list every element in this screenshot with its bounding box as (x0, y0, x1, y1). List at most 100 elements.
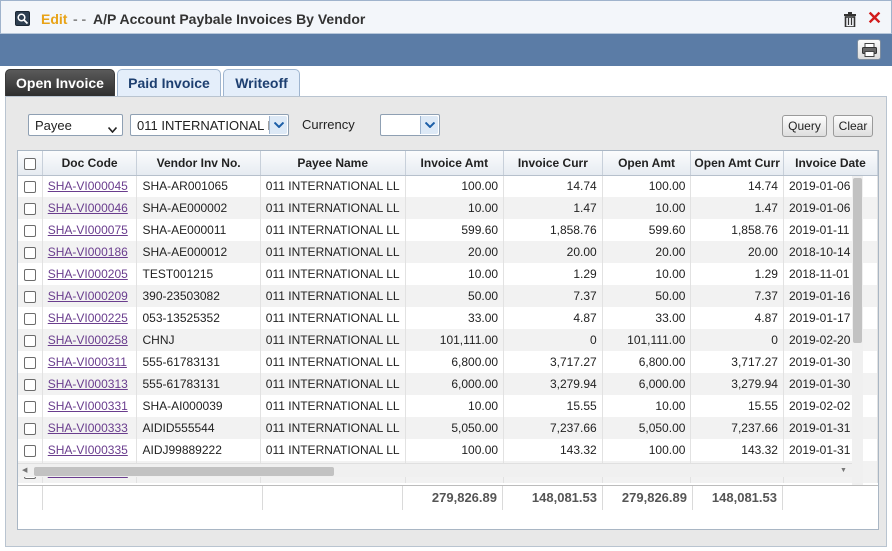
invoice-amt-cell: 6,800.00 (405, 351, 505, 373)
row-checkbox[interactable] (23, 202, 36, 215)
table-row[interactable]: SHA-VI000333 AIDID555544 011 INTERNATIONAL… (18, 417, 878, 439)
invoice-date-cell: 2019-01-06 (783, 175, 878, 197)
totals-cell-empty (18, 486, 43, 510)
doc-code-link[interactable]: SHA-VI000311 (48, 355, 127, 369)
table-row[interactable]: SHA-VI000258 CHNJ 011 INTERNATIONAL LL 101,… (18, 329, 878, 351)
doc-code-link[interactable]: SHA-VI000186 (48, 245, 128, 259)
open-amt-cell: 100.00 (602, 439, 692, 461)
vendor-dropdown-button[interactable] (269, 116, 287, 134)
table-row[interactable]: SHA-VI000311 555-61783131 011 INTERNATIONA… (18, 351, 878, 373)
doc-code-link[interactable]: SHA-VI000205 (48, 267, 128, 281)
row-checkbox[interactable] (23, 444, 36, 457)
clear-button[interactable]: Clear (833, 115, 873, 137)
doc-code-link[interactable]: SHA-VI000333 (48, 421, 128, 435)
doc-code-link-cell: SHA-VI000311 (42, 351, 138, 373)
column-header-vendor-inv-no[interactable]: Vendor Inv No. (136, 151, 261, 176)
invoice-curr-cell: 1.47 (503, 197, 603, 219)
currency-dropdown-button[interactable] (420, 116, 438, 134)
doc-code-link[interactable]: SHA-VI000046 (48, 201, 128, 215)
print-button[interactable] (857, 39, 881, 60)
doc-code-link-cell: SHA-VI000046 (42, 197, 138, 219)
doc-code-link[interactable]: SHA-VI000258 (48, 333, 128, 347)
invoice-curr-cell: 7,237.66 (503, 417, 603, 439)
invoice-curr-cell: 0 (503, 329, 603, 351)
doc-code-link[interactable]: SHA-VI000225 (48, 311, 128, 325)
column-header-payee-name[interactable]: Payee Name (260, 151, 406, 176)
doc-code-link-cell: SHA-VI000205 (42, 263, 138, 285)
doc-code-link-cell: SHA-VI000313 (42, 373, 138, 395)
doc-code-link[interactable]: SHA-VI000313 (48, 377, 128, 391)
row-checkbox[interactable] (23, 290, 36, 303)
vendor-inv-no-cell: SHA-AE000002 (136, 197, 261, 219)
invoice-amt-cell: 20.00 (405, 241, 505, 263)
row-checkbox[interactable] (23, 181, 36, 194)
doc-code-link[interactable]: SHA-VI000045 (48, 179, 128, 193)
table-row[interactable]: SHA-VI000209 390-23503082 011 INTERNATIONA… (18, 285, 878, 307)
table-row[interactable]: SHA-VI000046 SHA-AE000002 011 INTERNATIONA… (18, 197, 878, 219)
scroll-left-icon[interactable]: ◀ (22, 467, 27, 475)
invoice-amt-cell: 50.00 (405, 285, 505, 307)
trash-icon[interactable] (843, 12, 857, 28)
vendor-inv-no-cell: SHA-AE000012 (136, 241, 261, 263)
close-icon[interactable]: ✕ (867, 9, 882, 27)
column-header-invoice-curr[interactable]: Invoice Curr (503, 151, 603, 176)
row-checkbox[interactable] (23, 246, 36, 259)
invoice-curr-cell: 20.00 (503, 241, 603, 263)
doc-code-link[interactable]: SHA-VI000335 (48, 443, 128, 457)
column-header-invoice-date[interactable]: Invoice Date (783, 151, 878, 176)
column-header-open-amt-curr[interactable]: Open Amt Curr (690, 151, 784, 176)
tab-bar: Open Invoice Paid Invoice Writeoff (0, 66, 892, 96)
table-row[interactable]: SHA-VI000186 SHA-AE000012 011 INTERNATIONA… (18, 241, 878, 263)
horizontal-scroll-thumb[interactable] (34, 467, 334, 476)
row-checkbox[interactable] (23, 312, 36, 325)
table-row[interactable]: SHA-VI000225 053-13525352 011 INTERNATIONA… (18, 307, 878, 329)
invoice-date-cell: 2019-01-30 (783, 351, 878, 373)
tab-open-invoice[interactable]: Open Invoice (5, 69, 115, 96)
open-amt-curr-cell: 143.32 (690, 439, 784, 461)
table-row[interactable]: SHA-VI000331 SHA-AI000039 011 INTERNATIONA… (18, 395, 878, 417)
select-all-checkbox[interactable] (23, 157, 36, 170)
invoice-amt-cell: 33.00 (405, 307, 505, 329)
vertical-scrollbar[interactable] (852, 176, 863, 485)
vertical-scroll-thumb[interactable] (853, 178, 862, 343)
horizontal-scrollbar[interactable]: ◀ ▼ (18, 463, 852, 477)
vendor-inv-no-cell: 053-13525352 (136, 307, 261, 329)
row-select-cell (18, 307, 43, 329)
table-row[interactable]: SHA-VI000205 TEST001215 011 INTERNATIONAL … (18, 263, 878, 285)
payee-name-cell: 011 INTERNATIONAL LL (260, 417, 406, 439)
window-titlebar: Edit - - A/P Account Paybale Invoices By… (0, 0, 892, 34)
open-amt-curr-cell: 4.87 (690, 307, 784, 329)
row-checkbox[interactable] (23, 356, 36, 369)
table-row[interactable]: SHA-VI000335 AIDJ99889222 011 INTERNATIONA… (18, 439, 878, 461)
currency-combobox[interactable] (380, 114, 440, 136)
payee-type-select[interactable]: Payee (28, 114, 123, 136)
row-checkbox[interactable] (23, 400, 36, 413)
doc-code-link[interactable]: SHA-VI000209 (48, 289, 128, 303)
column-header-doc-code[interactable]: Doc Code (42, 151, 138, 176)
row-checkbox[interactable] (23, 268, 36, 281)
chevron-down-icon (107, 122, 118, 136)
total-invoice-curr: 148,081.53 (503, 486, 603, 510)
row-checkbox[interactable] (23, 224, 36, 237)
row-checkbox[interactable] (23, 378, 36, 391)
query-button[interactable]: Query (782, 115, 827, 137)
column-header-open-amt[interactable]: Open Amt (602, 151, 692, 176)
table-row[interactable]: SHA-VI000045 SHA-AR001065 011 INTERNATIONA… (18, 175, 878, 197)
payee-name-cell: 011 INTERNATIONAL LL (260, 395, 406, 417)
table-row[interactable]: SHA-VI000313 555-61783131 011 INTERNATIONA… (18, 373, 878, 395)
column-header-invoice-amt[interactable]: Invoice Amt (405, 151, 505, 176)
scroll-right-icon[interactable]: ▼ (840, 467, 847, 475)
title-separator: - - (73, 11, 87, 27)
row-checkbox[interactable] (23, 334, 36, 347)
tab-writeoff[interactable]: Writeoff (223, 69, 300, 96)
doc-code-link[interactable]: SHA-VI000075 (48, 223, 128, 237)
doc-code-link-cell: SHA-VI000075 (42, 219, 138, 241)
doc-code-link[interactable]: SHA-VI000331 (48, 399, 128, 413)
row-checkbox[interactable] (23, 422, 36, 435)
tab-paid-invoice[interactable]: Paid Invoice (117, 69, 221, 96)
table-row[interactable]: SHA-VI000075 SHA-AE000011 011 INTERNATIONA… (18, 219, 878, 241)
vendor-inv-no-cell: AIDJ99889222 (136, 439, 261, 461)
invoice-amt-cell: 100.00 (405, 175, 505, 197)
vendor-combobox[interactable]: 011 INTERNATIONAL LL (130, 114, 289, 136)
open-amt-cell: 10.00 (602, 263, 692, 285)
